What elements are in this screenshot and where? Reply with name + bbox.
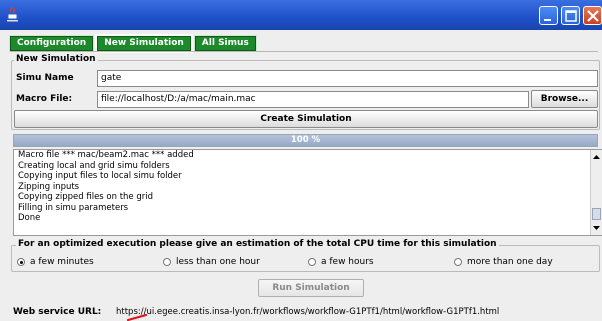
web-service-label: Web service URL: [13, 307, 102, 317]
tab-configuration[interactable]: Configuration [8, 35, 95, 52]
progress-text: 100 % [290, 135, 321, 145]
radio-a-few-hours[interactable]: a few hours [308, 257, 374, 267]
log-line: Done [18, 213, 41, 223]
browse-button[interactable]: Browse... [531, 90, 598, 108]
log-lines: Macro file *** mac/beam2.mac *** added Cr… [14, 150, 602, 224]
radio-label: more than one day [467, 257, 553, 267]
radio-button[interactable] [17, 258, 25, 266]
scroll-thumb[interactable] [592, 208, 601, 220]
radio-button[interactable] [308, 258, 316, 266]
log-line: Macro file *** mac/beam2.mac *** added [18, 150, 194, 160]
new-simulation-legend: New Simulation [14, 54, 98, 64]
close-button[interactable] [583, 6, 602, 25]
log-line: Copying zipped files on the grid [18, 192, 154, 202]
log-line: Creating local and grid simu folders [18, 160, 170, 171]
macro-file-label: Macro File: [16, 94, 73, 104]
radio-button[interactable] [163, 258, 171, 266]
java-cup-icon[interactable] [6, 6, 20, 22]
log-line: Zipping inputs [18, 181, 80, 192]
log-line: Copying input files to local simu folder [18, 171, 182, 181]
scroll-up-icon[interactable] [591, 152, 602, 162]
log-text-area[interactable]: Macro file *** mac/beam2.mac *** added Cr… [13, 149, 602, 236]
cpu-estimation-legend: For an optimized execution please give a… [16, 239, 499, 249]
tab-new-simulation[interactable]: New Simulation [95, 34, 193, 53]
log-scrollbar[interactable] [590, 150, 602, 235]
create-simulation-button[interactable]: Create Simulation [14, 110, 598, 128]
tab-divider [10, 51, 598, 52]
web-service-url[interactable]: https://ui.egee.creatis.insa-lyon.fr/wor… [116, 307, 499, 317]
macro-file-field[interactable]: file://localhost/D:/a/mac/main.mac [97, 91, 529, 108]
radio-a-few-minutes[interactable]: a few minutes [17, 257, 94, 267]
simu-name-field[interactable]: gate [97, 70, 598, 87]
maximize-button[interactable] [561, 6, 580, 25]
minimize-button[interactable] [539, 6, 558, 25]
radio-label: a few hours [321, 257, 374, 267]
radio-label: a few minutes [30, 257, 94, 267]
scroll-down-icon[interactable] [591, 223, 602, 233]
pointer-mark-icon [127, 313, 148, 321]
tab-bar: Configuration New Simulation All Simus [8, 34, 260, 53]
radio-less-than-one-hour[interactable]: less than one hour [163, 257, 260, 267]
log-line: Filling in simu parameters [18, 202, 129, 213]
title-bar [0, 0, 602, 30]
progress-bar: 100 % [13, 134, 598, 147]
radio-more-than-one-day[interactable]: more than one day [454, 257, 553, 267]
simu-name-label: Simu Name [16, 73, 74, 83]
tab-all-simus[interactable]: All Simus [193, 35, 257, 52]
radio-button[interactable] [454, 258, 462, 266]
run-simulation-button[interactable]: Run Simulation [258, 279, 364, 297]
radio-label: less than one hour [176, 257, 260, 267]
